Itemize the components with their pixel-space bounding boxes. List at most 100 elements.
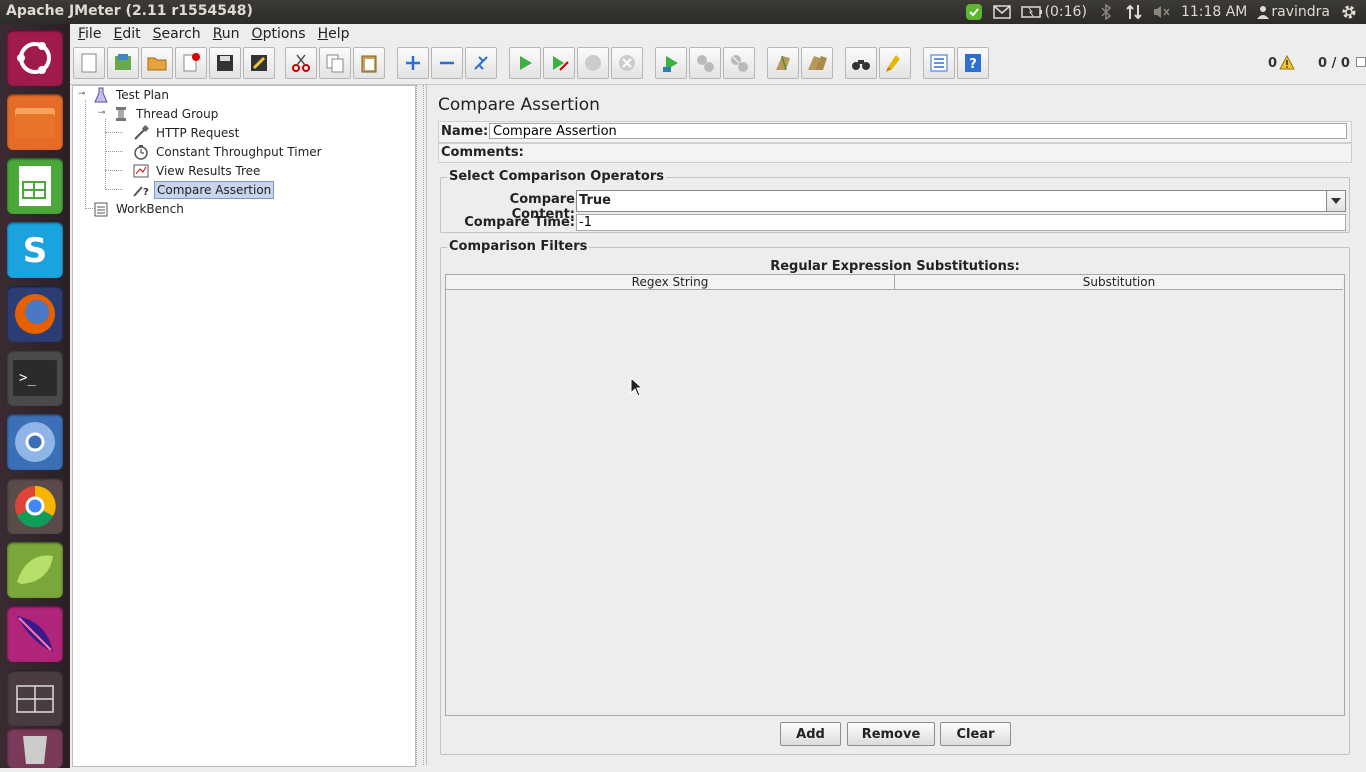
search-binoculars-icon[interactable] (845, 47, 877, 79)
chrome-icon[interactable] (7, 478, 63, 534)
volume-muted-icon[interactable] (1153, 3, 1171, 21)
tree-connector (105, 119, 106, 190)
column-header-regex-string[interactable]: Regex String (446, 275, 895, 290)
warning-count: 0 (1268, 56, 1278, 71)
function-helper-icon[interactable] (923, 47, 955, 79)
user-icon[interactable] (1257, 3, 1270, 21)
mail-icon[interactable] (992, 3, 1011, 21)
remote-shutdown-icon[interactable] (723, 47, 755, 79)
templates-icon[interactable] (107, 47, 139, 79)
svg-text:?: ? (969, 57, 977, 72)
skype-icon[interactable]: S (7, 222, 63, 278)
cut-icon[interactable] (285, 47, 317, 79)
files-icon[interactable] (7, 94, 63, 150)
new-icon[interactable] (73, 47, 105, 79)
workspace-switcher-icon[interactable] (7, 670, 63, 726)
remote-start-icon[interactable] (655, 47, 687, 79)
copy-icon[interactable] (319, 47, 351, 79)
battery-icon[interactable] (1020, 3, 1043, 21)
user-name[interactable]: ravindra (1271, 4, 1330, 20)
chromium-icon[interactable] (7, 414, 63, 470)
svg-text:S: S (23, 231, 48, 271)
column-header-substitution[interactable]: Substitution (895, 275, 1343, 290)
leaf-app-icon[interactable] (7, 542, 63, 598)
comments-label: Comments: (441, 145, 524, 160)
menu-run[interactable]: Run (207, 24, 246, 44)
tree-item-workbench[interactable]: WorkBench (93, 200, 186, 218)
toggle-icon[interactable] (465, 47, 497, 79)
tree-item-label: WorkBench (116, 202, 184, 216)
ubuntu-dash-icon[interactable] (7, 30, 63, 86)
expand-all-icon[interactable] (397, 47, 429, 79)
start-icon[interactable] (509, 47, 541, 79)
substitutions-table[interactable]: Regex String Substitution (445, 274, 1345, 716)
group-title: Select Comparison Operators (447, 169, 666, 184)
tree-item-compare-assertion[interactable]: ? Compare Assertion (133, 181, 275, 199)
clear-all-icon[interactable] (801, 47, 833, 79)
active-threads-count: 0 / 0 (1318, 56, 1350, 71)
tree-item-thread-group[interactable]: Thread Group (113, 105, 220, 123)
reset-search-icon[interactable] (879, 47, 911, 79)
terminal-icon[interactable]: >_ (7, 350, 63, 406)
firefox-icon[interactable] (7, 286, 63, 342)
menu-search[interactable]: Search (147, 24, 207, 44)
chevron-down-icon[interactable] (1326, 191, 1345, 211)
comments-row[interactable]: Comments: (438, 143, 1352, 163)
tree-item-label: Constant Throughput Timer (156, 145, 322, 159)
results-chart-icon (133, 163, 149, 179)
tree-item-label: HTTP Request (156, 126, 240, 140)
paste-icon[interactable] (353, 47, 385, 79)
update-shield-icon[interactable] (965, 3, 983, 21)
name-input[interactable] (489, 123, 1347, 139)
tree-item-test-plan[interactable]: Test Plan (93, 86, 171, 104)
libreoffice-calc-icon[interactable] (7, 158, 63, 214)
bluetooth-icon[interactable] (1097, 3, 1115, 21)
system-tray: (0:16) 11:18 AM ravindra (965, 0, 1358, 24)
add-button[interactable]: Add (780, 722, 841, 746)
warning-icon[interactable] (1279, 54, 1295, 74)
tree-item-view-results-tree[interactable]: View Results Tree (133, 162, 262, 180)
jmeter-feather-icon[interactable] (7, 606, 63, 662)
mouse-cursor-icon (630, 376, 644, 401)
table-caption: Regular Expression Substitutions: (770, 259, 1020, 274)
page-title: Compare Assertion (438, 95, 600, 115)
save-icon[interactable] (209, 47, 241, 79)
compare-time-input[interactable] (576, 214, 1346, 231)
save-screenshot-icon[interactable] (243, 47, 275, 79)
unity-launcher: S >_ (0, 24, 70, 768)
start-no-pauses-icon[interactable] (543, 47, 575, 79)
menu-help[interactable]: Help (312, 24, 356, 44)
tree-toggle-expanded-icon[interactable]: ⊸ (97, 109, 106, 118)
flask-icon (93, 87, 109, 103)
stopwatch-icon (133, 144, 149, 160)
close-icon[interactable] (175, 47, 207, 79)
menu-edit[interactable]: Edit (107, 24, 146, 44)
tree-toggle-expanded-icon[interactable]: ⊸ (77, 90, 86, 99)
tree-connector (105, 132, 123, 133)
clock[interactable]: 11:18 AM (1181, 4, 1247, 20)
open-icon[interactable] (141, 47, 173, 79)
menu-file[interactable]: File (72, 24, 107, 44)
collapse-all-icon[interactable] (431, 47, 463, 79)
tree-item-constant-throughput-timer[interactable]: Constant Throughput Timer (133, 143, 324, 161)
test-plan-tree: ⊸ ⊸ Test Plan Thread Group HTTP Request … (72, 85, 416, 767)
shutdown-icon[interactable] (611, 47, 643, 79)
tree-item-http-request[interactable]: HTTP Request (133, 124, 241, 142)
split-pane-divider[interactable] (416, 85, 424, 765)
menu-options[interactable]: Options (246, 24, 312, 44)
stop-icon[interactable] (577, 47, 609, 79)
clear-icon[interactable] (767, 47, 799, 79)
compare-content-select[interactable]: True (576, 190, 1346, 212)
tree-connector (105, 170, 123, 171)
clipboard-icon (93, 201, 109, 217)
help-icon[interactable]: ? (957, 47, 989, 79)
gear-icon[interactable] (1340, 3, 1358, 21)
remove-button[interactable]: Remove (847, 722, 935, 746)
remote-stop-icon[interactable] (689, 47, 721, 79)
network-icon[interactable] (1125, 3, 1143, 21)
menu-bar: File Edit Search Run Options Help (70, 24, 1366, 44)
assertion-icon: ? (133, 182, 149, 198)
clear-button[interactable]: Clear (940, 722, 1011, 746)
tree-connector (105, 151, 123, 152)
trash-icon[interactable] (7, 728, 63, 768)
